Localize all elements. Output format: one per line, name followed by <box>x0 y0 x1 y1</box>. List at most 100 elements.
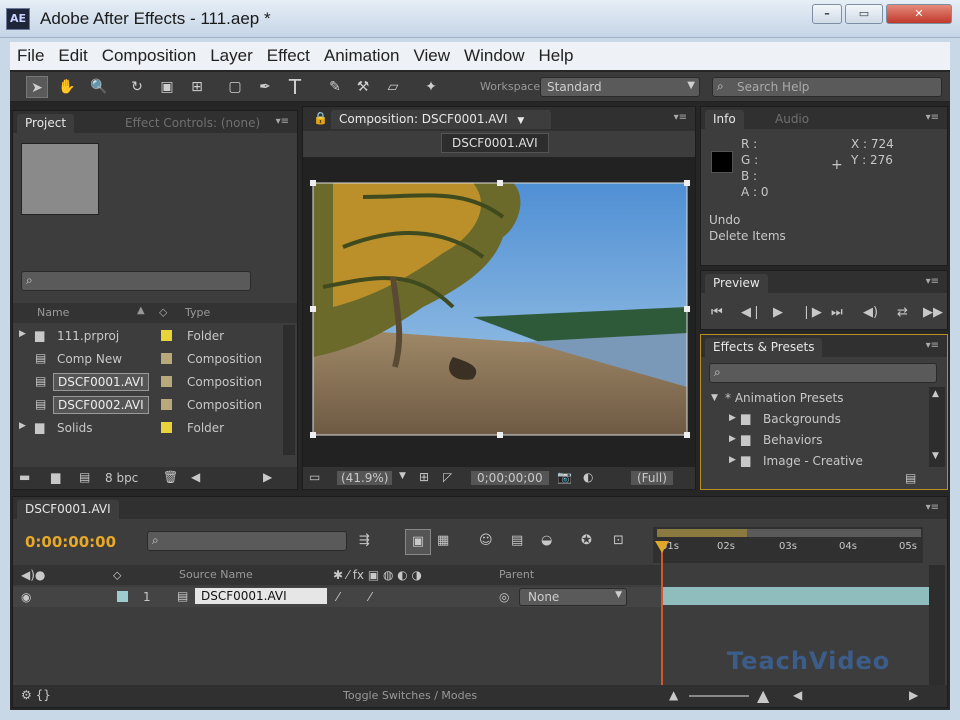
expand-layer-switches-icon[interactable]: ⚙ {} <box>21 688 51 702</box>
menu-layer[interactable]: Layer <box>203 42 260 70</box>
tab-audio[interactable]: Audio <box>767 110 817 129</box>
color-channel-icon[interactable]: ◐ <box>583 470 593 484</box>
current-time-indicator[interactable] <box>661 543 663 685</box>
parent-header[interactable]: Parent <box>499 568 534 581</box>
live-update-icon[interactable]: ▣ <box>405 529 431 555</box>
snapshot-icon[interactable]: 📷 <box>557 470 572 484</box>
audio-icon[interactable]: ◀) <box>863 305 878 321</box>
scroll-left-icon[interactable]: ◀ <box>191 470 200 484</box>
zoom-slider[interactable] <box>689 695 749 697</box>
frame-blending-icon[interactable]: ▤ <box>511 533 523 549</box>
tab-effect-controls[interactable]: Effect Controls: (none) <box>117 114 268 133</box>
loop-icon[interactable]: ⇄ <box>897 305 908 321</box>
interpret-footage-icon[interactable]: ▬ <box>19 470 30 484</box>
menu-view[interactable]: View <box>407 42 458 70</box>
grid-icon[interactable]: ⊞ <box>419 470 429 484</box>
list-item[interactable]: ▶ ▆ Solids Folder <box>13 417 283 439</box>
timecode-display[interactable]: 0;00;00;00 <box>471 471 549 485</box>
expand-arrow-icon[interactable]: ▶ <box>729 413 736 423</box>
puppet-tool-icon[interactable]: ✦ <box>420 76 442 98</box>
list-item[interactable]: ▤ DSCF0002.AVI Composition <box>13 394 283 416</box>
zoom-out-icon[interactable]: ▲ <box>669 688 678 702</box>
timeline-timecode[interactable]: 0:00:00:00 <box>25 533 116 551</box>
trash-icon[interactable]: 🗑 <box>163 470 178 484</box>
rectangle-tool-icon[interactable]: ▢ <box>224 76 246 98</box>
graph-editor-icon[interactable]: ⊡ <box>613 533 624 549</box>
hide-shy-layers-icon[interactable]: ☺ <box>479 533 493 549</box>
collapse-arrow-icon[interactable]: ▼ <box>711 393 718 403</box>
next-frame-icon[interactable]: ❘▶ <box>801 305 822 321</box>
layer-duration-bar[interactable] <box>663 587 929 605</box>
new-preset-icon[interactable]: ▤ <box>905 471 916 485</box>
pan-behind-tool-icon[interactable]: ⊞ <box>186 76 208 98</box>
ram-preview-icon[interactable]: ▶▶ <box>923 305 943 321</box>
quality-switch-icon[interactable]: ⁄ <box>369 590 371 604</box>
pen-tool-icon[interactable]: ✒ <box>254 76 276 98</box>
time-ruler[interactable]: 01s 02s 03s 04s 05s <box>653 527 923 563</box>
play-icon[interactable]: ▶ <box>773 305 783 321</box>
pick-whip-icon[interactable]: ◎ <box>499 590 509 604</box>
effects-item[interactable]: Backgrounds <box>763 412 841 426</box>
draft-3d-icon[interactable]: ▦ <box>437 533 449 549</box>
work-area-start-marker[interactable] <box>657 529 747 537</box>
minimize-button[interactable]: – <box>812 4 842 24</box>
menu-window[interactable]: Window <box>457 42 531 70</box>
search-help-input[interactable]: ⌕ Search Help <box>712 77 942 97</box>
effects-item[interactable]: Image - Creative <box>763 454 863 468</box>
eraser-tool-icon[interactable]: ▱ <box>382 76 404 98</box>
expand-arrow-icon[interactable]: ▶ <box>729 455 736 465</box>
visibility-icon[interactable]: ◉ <box>21 590 31 604</box>
new-folder-icon[interactable]: ▆ <box>51 470 60 484</box>
zoom-select[interactable]: (41.9%) <box>337 471 393 485</box>
scroll-down-icon[interactable]: ▼ <box>932 451 939 461</box>
brush-tool-icon[interactable]: ✎ <box>324 76 346 98</box>
tab-timeline-comp[interactable]: DSCF0001.AVI <box>17 500 119 519</box>
scroll-right-icon[interactable]: ▶ <box>909 688 918 702</box>
clone-stamp-tool-icon[interactable]: ⚒ <box>352 76 374 98</box>
resolution-select[interactable]: (Full) <box>631 471 673 485</box>
composition-subtab[interactable]: DSCF0001.AVI <box>441 133 549 153</box>
motion-blur-icon[interactable]: ◒ <box>541 533 552 549</box>
last-frame-icon[interactable]: ⏭ <box>831 305 843 321</box>
menu-file[interactable]: File <box>10 42 51 70</box>
bpc-label[interactable]: 8 bpc <box>105 471 138 485</box>
menu-help[interactable]: Help <box>532 42 581 70</box>
scroll-up-icon[interactable]: ▲ <box>932 389 939 399</box>
panel-menu-icon[interactable]: ▾≡ <box>674 112 687 123</box>
zoom-in-icon[interactable]: ▲ <box>757 686 769 705</box>
tab-effects-presets[interactable]: Effects & Presets <box>705 338 823 357</box>
collapse-switch-icon[interactable]: ⁄ <box>337 590 339 604</box>
project-search-input[interactable]: ⌕ <box>21 271 251 291</box>
timeline-search-input[interactable]: ⌕ <box>147 531 347 551</box>
list-item[interactable]: ▤ Comp New Composition <box>13 348 283 370</box>
previous-frame-icon[interactable]: ◀❘ <box>741 305 762 321</box>
layer-name[interactable]: DSCF0001.AVI <box>195 588 327 604</box>
timeline-scrollbar[interactable] <box>929 565 945 685</box>
panel-menu-icon[interactable]: ▾≡ <box>926 276 939 287</box>
tab-project[interactable]: Project <box>17 114 75 133</box>
scroll-left-icon[interactable]: ◀ <box>793 688 802 702</box>
first-frame-icon[interactable]: ⏮ <box>711 305 723 321</box>
camera-tool-icon[interactable]: ▣ <box>156 76 178 98</box>
menu-animation[interactable]: Animation <box>317 42 407 70</box>
rotation-tool-icon[interactable]: ↻ <box>126 76 148 98</box>
effects-search-input[interactable]: ⌕ <box>709 363 937 383</box>
panel-menu-icon[interactable]: ▾≡ <box>926 112 939 123</box>
tab-preview[interactable]: Preview <box>705 274 768 293</box>
composition-viewer[interactable] <box>303 157 695 467</box>
panel-menu-icon[interactable]: ▾≡ <box>276 116 289 127</box>
toggle-switches-modes[interactable]: Toggle Switches / Modes <box>343 689 477 702</box>
workspace-select[interactable]: Standard ▼ <box>540 77 700 97</box>
always-preview-icon[interactable]: ▭ <box>309 470 320 484</box>
type-tool-icon[interactable]: T <box>284 76 306 98</box>
mask-visibility-icon[interactable]: ◸ <box>443 470 452 484</box>
project-scrollbar[interactable] <box>283 325 295 455</box>
menu-composition[interactable]: Composition <box>95 42 204 70</box>
maximize-button[interactable]: ▭ <box>845 4 883 24</box>
menu-effect[interactable]: Effect <box>260 42 317 70</box>
column-name[interactable]: Name <box>37 306 69 319</box>
brainstorm-icon[interactable]: ✪ <box>581 533 592 549</box>
effects-root[interactable]: * Animation Presets <box>725 391 843 405</box>
tab-composition[interactable]: Composition: DSCF0001.AVI ▼ <box>331 110 551 129</box>
expand-arrow-icon[interactable]: ▶ <box>729 434 736 444</box>
